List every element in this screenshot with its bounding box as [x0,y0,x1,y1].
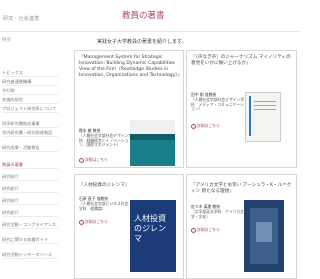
sidebar-item-research-intro-1[interactable]: 研究紹介 [2,174,58,182]
sidebar-item-faculty-books[interactable]: 教員の著書 [2,162,58,170]
page-header: 研究・社会連携 教員の著書 [0,0,300,32]
book-title[interactable]: 『Management System for Strategic Innovat… [79,55,182,79]
sidebar-item-kaken[interactable]: 科学研究費助成事業 [2,121,58,129]
author-affiliation: （人間社会学部社会デザイン学科 メディア・コミュニケーション） [191,96,245,112]
sidebar-item-topics[interactable]: トピックス [2,70,58,78]
detail-link[interactable]: › 詳細はこちら [79,157,108,163]
intro-text: 実践女子大学教員の著書を紹介します。 [97,39,187,45]
book-author: 田中 剛 准教授 （人間社会学部社会デザイン学科 メディア・コミュニケーション） [191,92,245,112]
book-cover-image[interactable]: 人材投資のジレンマ [130,200,176,272]
cover-line [254,105,276,107]
arrow-right-icon: › [191,227,196,233]
sidebar-item-advanced-research[interactable]: 先進的研究 [2,97,58,105]
sidebar-item-research-intro-3[interactable]: 研究紹介 [2,198,58,206]
detail-link[interactable]: › 詳細はこちら [79,219,108,225]
book-author: 樫本 敏 教授 （人間社会学部社会デザイン学科 経験経営とイノベーション、国際マ… [79,128,133,148]
arrow-right-icon: › [79,219,84,225]
book-title[interactable]: 『アメリカ文学とお笑い アーシュラ・K・ル＝グィン 新たなる理想』 [191,183,293,195]
detail-link[interactable]: › 詳細はこちら [191,123,220,129]
author-affiliation: （人間社会学部社会デザイン学科 経験経営とイノベーション、国際マネジメント） [79,132,133,148]
sidebar-item-research-intro-4[interactable]: 研究紹介 [2,210,58,218]
book-author: 佐々木 真理 教授 （文学部英文学科 アメリカ文学・文化） [191,204,245,219]
arrow-right-icon: › [191,123,196,129]
sidebar-heading: 研究 [2,38,11,43]
detail-link-label: 詳細はこちら [197,123,220,128]
sidebar-item-database[interactable]: 研究活動インデータベース [2,252,58,260]
section-label: 研究・社会連携 [3,16,40,22]
page-title: 教員の著書 [122,11,165,21]
book-cover-image[interactable] [244,200,284,272]
arrow-right-icon: › [79,157,84,163]
cover-figure [256,222,272,242]
book-cover-image[interactable] [130,120,175,166]
detail-link[interactable]: › 詳細はこちら [191,227,220,233]
sidebar-item-internal-funding[interactable]: 学内研究費・研究助成制度 [2,130,58,138]
book-cover-image[interactable] [245,92,281,142]
sidebar-item-organization[interactable]: 研究者連携機構 [2,79,58,87]
detail-link-label: 詳細はこちら [85,157,108,162]
sidebar-item-compliance[interactable]: 研究活動・コンプライアンス [2,222,58,230]
cover-stripe [249,96,251,136]
sidebar-item-publications[interactable]: 刊行物 [2,88,58,96]
sidebar-item-guides[interactable]: 研究に関する各種ガイド [2,237,58,245]
book-title[interactable]: 『人材投資のジレンマ』 [79,183,179,189]
detail-link-label: 詳細はこちら [197,227,220,232]
author-affiliation: （人間社会学部ビジネス社会学科 組織論） [79,200,129,211]
cover-title: 人材投資のジレンマ [134,214,166,243]
sidebar-item-results[interactable]: 研究成果・活動報告 [2,145,58,153]
cover-band [130,120,175,134]
author-affiliation: （文学部英文学科 アメリカ文学・文化） [191,208,244,219]
book-author: 石原 直子 准教授 （人間社会学部ビジネス社会学科 組織論） [79,196,131,211]
cover-line [254,101,276,103]
cover-line [254,109,276,111]
book-title[interactable]: 『〈声なき声〉のジャーナリズム マイノリティの意見をいかに掬い上げるか』 [191,55,293,67]
sidebar-item-project-institute[interactable]: プロジェクト研究所について [2,106,58,114]
sidebar-item-research-intro-2[interactable]: 研究紹介 [2,186,58,194]
detail-link-label: 詳細はこちら [85,219,108,224]
cover-band [130,134,175,140]
